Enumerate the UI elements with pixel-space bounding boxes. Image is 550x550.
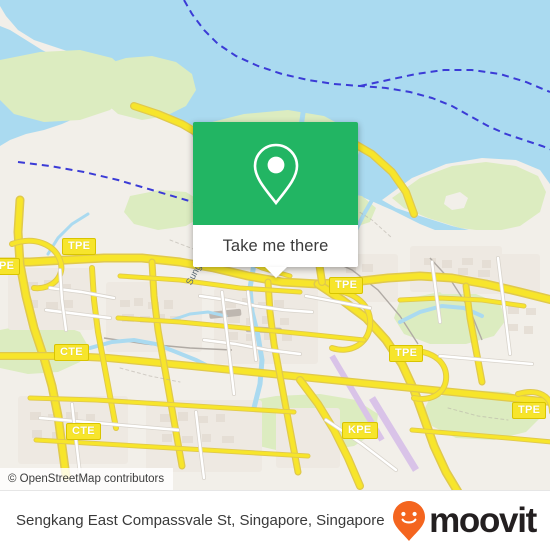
moovit-brand-logo[interactable]: moovit xyxy=(392,500,537,542)
popup-header xyxy=(193,122,358,225)
osm-attribution[interactable]: © OpenStreetMap contributors xyxy=(0,468,174,490)
moovit-map-screenshot: .w { fill:#aadaf0; } .ld { fill:#f2efe9;… xyxy=(0,0,550,550)
map-canvas[interactable]: .w { fill:#aadaf0; } .ld { fill:#f2efe9;… xyxy=(0,0,550,490)
moovit-pin-smiley-icon xyxy=(393,500,426,541)
road-shield-tpe-far-right: TPE xyxy=(512,402,547,419)
road-shield-tpe-center-right: TPE xyxy=(329,277,364,294)
road-shield-tpe-mid-right: TPE xyxy=(389,345,424,362)
location-popup-card[interactable]: Take me there xyxy=(193,122,358,278)
popup-footer[interactable]: Take me there xyxy=(193,225,358,278)
road-shield-kpe: KPE xyxy=(342,422,378,439)
location-title: Sengkang East Compassvale St, Singapore,… xyxy=(16,511,385,529)
location-pin-icon xyxy=(253,143,298,205)
road-shield-cte-mid-left: CTE xyxy=(54,344,89,361)
road-shield-cte-lower-left: CTE xyxy=(66,423,101,440)
road-shield-tpe-left-edge: TPE xyxy=(0,258,21,275)
road-shield-tpe-upper-left: TPE xyxy=(62,238,97,255)
popup-tail-pointer xyxy=(264,267,287,278)
footer-bar: Sengkang East Compassvale St, Singapore,… xyxy=(0,490,550,550)
moovit-wordmark: moovit xyxy=(429,501,537,540)
take-me-there-label: Take me there xyxy=(222,236,329,255)
